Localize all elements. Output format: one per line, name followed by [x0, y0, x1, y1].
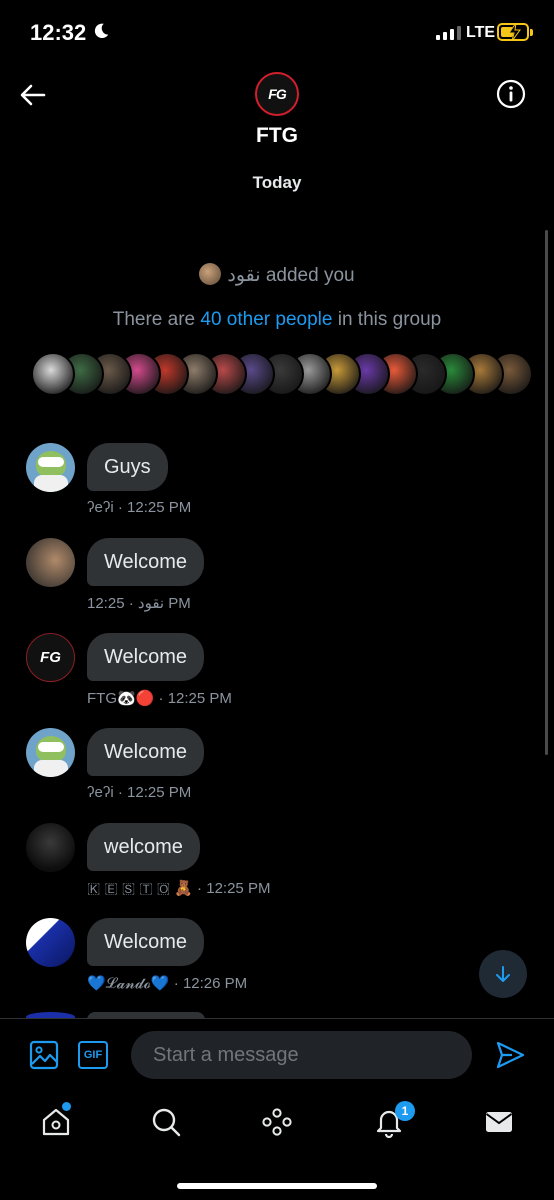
image-icon[interactable]	[29, 1040, 59, 1070]
added-you-notice: نقود added you	[0, 263, 554, 287]
gif-button[interactable]: GIF	[78, 1041, 108, 1069]
message-row: welcome 🇰 🇪 🇸 🇹 🇴 🧸 · 12:25 PM	[26, 823, 506, 903]
message-bubble[interactable]: Welcome	[87, 538, 204, 586]
sender-avatar[interactable]	[26, 918, 75, 967]
message-time: 12:25 PM	[167, 690, 232, 707]
message-meta: 🇰 🇪 🇸 🇹 🇴 🧸 · 12:25 PM	[87, 879, 270, 897]
message-input[interactable]	[131, 1031, 472, 1079]
message-meta: 💙𝓛𝓪𝓷𝓭𝓸💙 · 12:26 PM	[87, 974, 247, 992]
sender-name: 💙𝓛𝓪𝓷𝓭𝓸💙	[87, 975, 170, 992]
arrow-down-icon	[496, 966, 510, 982]
member-avatar-strip[interactable]	[31, 352, 533, 396]
message-row: Welcome ʔeʔi · 12:25 PM	[26, 728, 506, 808]
sender-avatar[interactable]	[26, 823, 75, 872]
group-name[interactable]: FTG	[0, 124, 554, 148]
message-meta: ʔeʔi · 12:25 PM	[87, 784, 191, 801]
added-text: نقود added you	[227, 265, 355, 286]
group-avatar[interactable]: FG	[255, 72, 299, 116]
messages-icon[interactable]	[483, 1106, 515, 1138]
message-row: Welcome 💙𝓛𝓪𝓷𝓭𝓸💙 · 12:26 PM	[26, 918, 506, 998]
meta-separator: ·	[113, 499, 128, 516]
message-time: 12:25 PM	[206, 880, 271, 897]
message-row: Welcome نقود · 12:25 PM	[26, 538, 506, 618]
sender-avatar[interactable]: FG	[26, 633, 75, 682]
other-people-link[interactable]: 40 other people	[200, 309, 332, 330]
message-bubble[interactable]: Welcome	[87, 918, 204, 966]
sender-name: 🇰 🇪 🇸 🇹 🇴 🧸	[87, 880, 193, 897]
battery-icon	[497, 23, 533, 41]
network-label: LTE	[466, 24, 496, 41]
home-unread-dot	[62, 1102, 71, 1111]
sender-avatar[interactable]	[26, 443, 75, 492]
message-row: FG Welcome FTG🐼🔴 · 12:25 PM	[26, 633, 506, 713]
group-logo: FG	[268, 86, 286, 102]
message-row: Guys ʔeʔi · 12:25 PM	[26, 443, 506, 523]
message-bubble[interactable]: welcome	[87, 823, 200, 871]
sender-name: نقود	[137, 595, 165, 612]
conversation-header: FG FTG Today	[0, 66, 554, 196]
meta-separator: ·	[192, 880, 207, 897]
message-meta: نقود · 12:25 PM	[87, 594, 191, 612]
message-bubble[interactable]: Welcome	[87, 633, 204, 681]
adder-avatar	[199, 263, 222, 285]
message-meta: FTG🐼🔴 · 12:25 PM	[87, 689, 232, 707]
meta-separator: ·	[113, 784, 128, 801]
message-time: 12:26 PM	[182, 975, 248, 992]
notifications-badge: 1	[395, 1101, 415, 1121]
member-avatar[interactable]	[31, 352, 75, 396]
home-indicator	[177, 1183, 377, 1189]
sender-avatar[interactable]	[26, 728, 75, 777]
others-suffix: in this group	[332, 309, 442, 330]
sender-avatar[interactable]	[26, 538, 75, 587]
scroll-to-bottom-button[interactable]	[479, 950, 527, 998]
sender-name: ʔeʔi	[87, 784, 114, 801]
moon-icon	[94, 23, 109, 39]
message-composer: GIF	[0, 1018, 554, 1090]
status-time: 12:32	[30, 20, 87, 45]
meta-separator: ·	[154, 690, 168, 707]
avatar-logo: FG	[40, 649, 61, 666]
spaces-icon[interactable]	[261, 1106, 293, 1138]
meta-separator: ·	[169, 975, 183, 992]
status-bar: 12:32 LTE	[0, 0, 554, 66]
send-icon[interactable]	[495, 1040, 525, 1070]
meta-separator: ·	[124, 595, 138, 612]
message-time: 12:25 PM	[127, 784, 192, 801]
others-prefix: There are	[112, 309, 201, 330]
sender-name: ʔeʔi	[87, 499, 114, 516]
search-icon[interactable]	[150, 1106, 182, 1138]
group-members-notice: There are 40 other people in this group	[0, 309, 554, 331]
message-time: 12:25 PM	[127, 499, 192, 516]
signal-icon	[436, 26, 461, 40]
message-meta: ʔeʔi · 12:25 PM	[87, 499, 191, 516]
back-arrow-icon[interactable]	[18, 80, 48, 110]
message-bubble[interactable]: Guys	[87, 443, 168, 491]
message-bubble[interactable]: Welcome	[87, 728, 204, 776]
info-icon[interactable]	[496, 79, 526, 109]
date-divider: Today	[252, 173, 302, 192]
sender-name: FTG🐼🔴	[87, 690, 155, 707]
